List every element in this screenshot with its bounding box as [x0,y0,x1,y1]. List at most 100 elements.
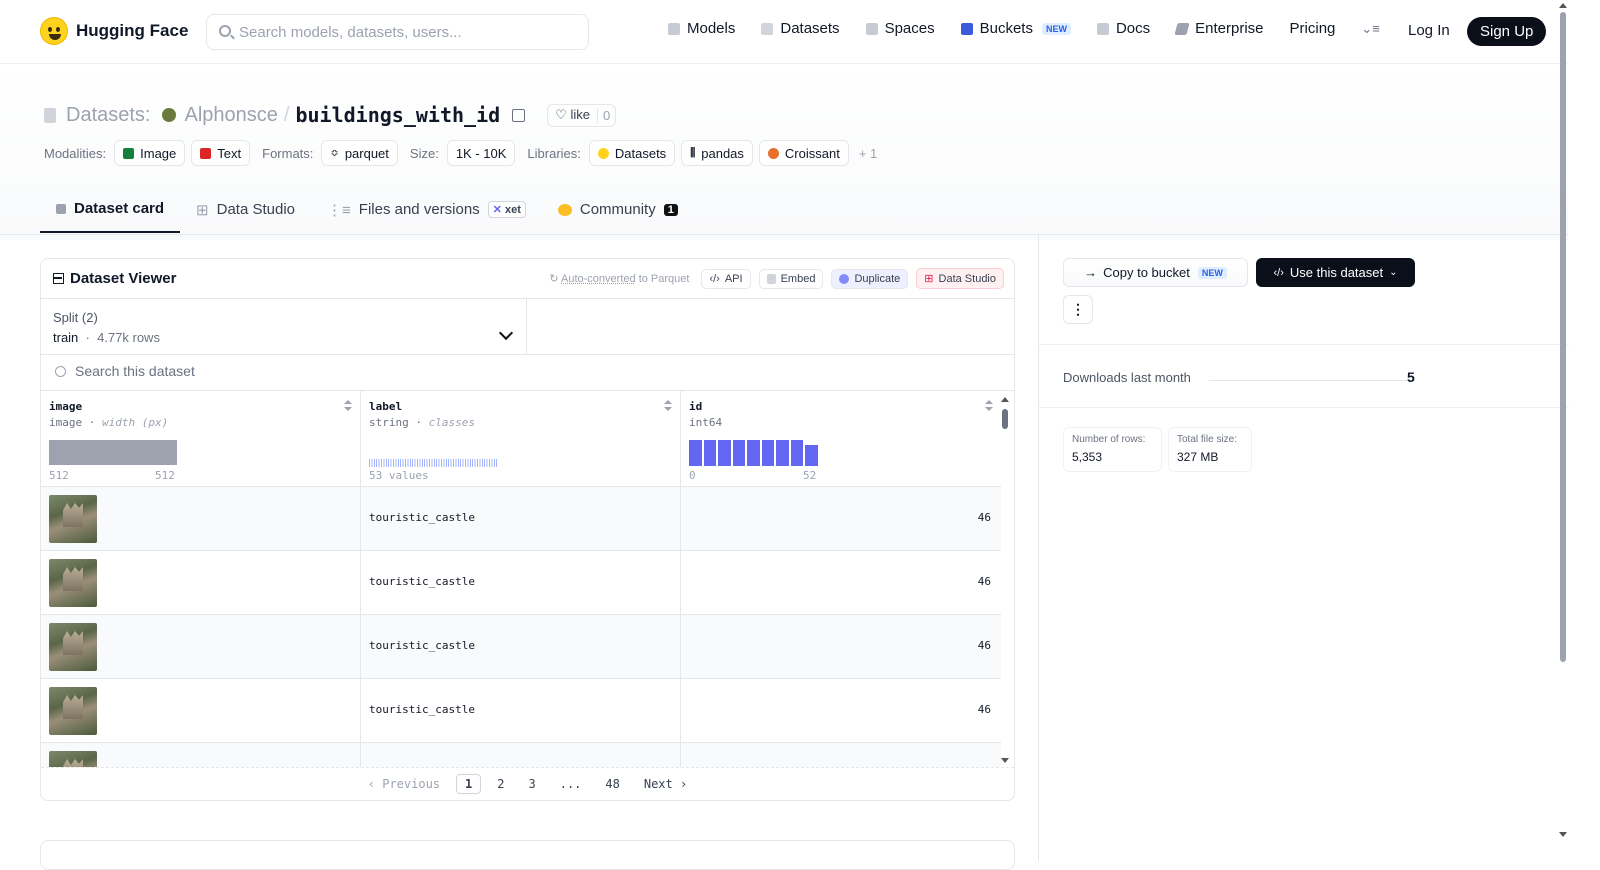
histogram-bar [776,440,789,466]
histogram-bar [805,445,818,466]
like-button[interactable]: ♡ like 0 [547,103,617,127]
dataset-search-input[interactable] [75,363,475,379]
tag-size[interactable]: 1K - 10K [446,140,516,166]
histogram-bar [790,440,803,466]
dataset-search[interactable] [41,355,1014,391]
split-selector[interactable]: Split (2) train · 4.77k rows [41,299,527,354]
downloads-sparkline [1209,380,1409,381]
castle-thumbnail[interactable] [49,751,97,767]
page-3[interactable]: 3 [520,775,543,793]
global-search[interactable] [206,14,589,50]
page-48[interactable]: 48 [597,775,627,793]
scroll-up-icon[interactable] [1001,397,1009,402]
rows-stat-label: Number of rows: [1072,434,1146,445]
castle-thumbnail[interactable] [49,623,97,671]
copy-icon[interactable] [512,108,526,122]
nav-docs[interactable]: Docs [1096,20,1150,37]
modalities-label: Modalities: [44,145,107,161]
more-options-button[interactable]: ⋮ [1063,295,1093,324]
repo-name[interactable]: buildings_with_id [295,103,500,127]
brand-logo[interactable]: Hugging Face [40,17,188,45]
column-name: label [369,400,403,413]
castle-thumbnail[interactable] [49,687,97,735]
copy-to-bucket-label: Copy to bucket [1103,265,1190,280]
scroll-down-icon[interactable] [1559,832,1567,837]
tag-datasets[interactable]: Datasets [588,140,676,166]
table-row[interactable] [41,743,1001,767]
scrollbar-thumb[interactable] [1002,409,1008,429]
sort-icon[interactable] [985,400,993,412]
signup-button[interactable]: Sign Up [1467,17,1547,46]
api-button[interactable]: ‹/› API [701,268,751,289]
table-scrollbar[interactable] [1000,391,1010,767]
tab-data-studio-label: Data Studio [216,201,296,218]
hugging-face-icon [597,147,609,159]
scroll-down-icon[interactable] [1001,758,1009,763]
more-libraries[interactable]: + 1 [859,146,877,161]
book-icon [1096,22,1109,35]
tab-community[interactable]: Community 1 [542,190,694,233]
column-header-label[interactable]: label string · classes 53 values [361,391,681,487]
more-menu-icon[interactable]: ⌄≡ [1361,21,1379,37]
duplicate-button[interactable]: Duplicate [831,268,909,289]
prev-page-button[interactable]: ‹ Previous [360,775,448,793]
table-row[interactable]: touristic_castle 46 [41,551,1001,615]
nav-pricing[interactable]: Pricing [1290,20,1336,37]
image-cell [41,615,361,679]
nav-pricing-label: Pricing [1289,20,1336,37]
repo-type[interactable]: Datasets: [66,104,150,127]
tag-croissant[interactable]: Croissant [758,140,849,166]
top-navbar: Hugging Face Models Datasets Spaces Buck… [0,0,1568,64]
repo-owner[interactable]: Alphonsce [184,104,277,127]
global-search-input[interactable] [239,21,579,43]
like-count: 0 [596,107,615,123]
copy-to-bucket-button[interactable]: → Copy to bucket NEW [1063,258,1248,287]
column-type-value: image [49,416,83,429]
sort-icon[interactable] [664,400,672,412]
column-header-id[interactable]: id int64 0 52 [681,391,1001,487]
tab-community-label: Community [579,201,656,218]
divider [1039,407,1569,408]
data-studio-button[interactable]: ⊞ Data Studio [916,268,1004,289]
page-2[interactable]: 2 [489,775,512,793]
nav-spaces[interactable]: Spaces [865,20,935,37]
login-link[interactable]: Log In [1408,22,1450,39]
tag-text[interactable]: Text [191,140,251,166]
tab-data-studio[interactable]: ⊞ Data Studio [180,190,311,233]
castle-thumbnail[interactable] [49,495,97,543]
image-cell [41,679,361,743]
table-row[interactable]: touristic_castle 46 [41,679,1001,743]
embed-button[interactable]: Embed [758,268,824,289]
chevron-down-icon [498,325,514,341]
next-page-button[interactable]: Next › [636,775,695,793]
page-scrollbar[interactable] [1557,0,1568,861]
histogram-bar [703,440,716,466]
nav-models[interactable]: Models [668,20,735,37]
page-1[interactable]: 1 [456,774,482,794]
auto-converted-link[interactable]: Auto-converted [561,273,636,285]
axis-max-label: 512 [155,469,175,482]
id-cell: 46 [681,679,999,743]
tab-files[interactable]: ⋮≡ Files and versions ✕ xet [311,190,542,233]
tag-parquet[interactable]: ≎ parquet [321,140,398,166]
nav-buckets[interactable]: Buckets NEW [960,20,1071,37]
scrollbar-thumb[interactable] [1560,12,1566,662]
nav-datasets[interactable]: Datasets [761,20,840,37]
sort-icon[interactable] [344,400,352,412]
auto-converted-note[interactable]: ↻ Auto-converted to Parquet [549,272,689,285]
tag-image[interactable]: Image [114,140,186,166]
formats-label: Formats: [262,145,314,161]
castle-thumbnail[interactable] [49,559,97,607]
filesize-stat-value: 327 MB [1177,450,1219,464]
tab-dataset-card[interactable]: Dataset card [40,190,181,233]
table-row[interactable]: touristic_castle 46 [41,487,1001,551]
downloads-label: Downloads last month [1063,370,1191,385]
id-cell: 46 [681,487,999,551]
tag-pandas[interactable]: ⫼ pandas [681,140,753,166]
table-row[interactable]: touristic_castle 46 [41,615,1001,679]
use-this-dataset-button[interactable]: ‹/› Use this dataset ⌄ [1256,258,1415,287]
id-histogram [689,440,818,466]
nav-enterprise[interactable]: Enterprise [1174,20,1264,37]
column-header-image[interactable]: image image · width (px) 512 512 [41,391,361,487]
scroll-up-icon[interactable] [1559,3,1567,8]
